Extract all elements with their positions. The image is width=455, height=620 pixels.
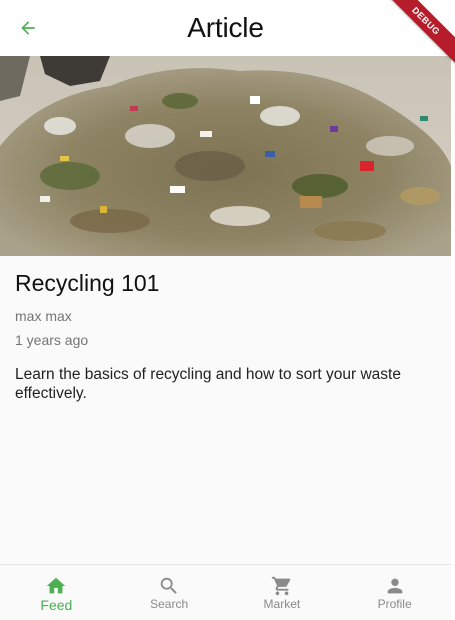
home-icon bbox=[45, 575, 67, 597]
article-author: max max bbox=[15, 308, 72, 324]
app-bar: Article bbox=[0, 0, 451, 56]
nav-label-profile: Profile bbox=[377, 597, 412, 611]
bottom-navigation: Feed Search Market Profile bbox=[0, 564, 451, 620]
app-screen: Article DEBUG Recycling 101 max max 1 ye… bbox=[0, 0, 455, 620]
nav-item-market[interactable]: Market bbox=[226, 565, 339, 620]
cart-icon bbox=[271, 575, 293, 597]
nav-item-profile[interactable]: Profile bbox=[338, 565, 451, 620]
nav-label-feed: Feed bbox=[40, 597, 73, 613]
article-body: Learn the basics of recycling and how to… bbox=[15, 366, 401, 402]
person-icon bbox=[384, 575, 406, 597]
nav-label-market: Market bbox=[263, 597, 301, 611]
article-image bbox=[0, 56, 451, 256]
arrow-back-icon bbox=[21, 21, 35, 35]
search-icon bbox=[158, 575, 180, 597]
nav-item-search[interactable]: Search bbox=[113, 565, 226, 620]
back-button[interactable] bbox=[12, 12, 44, 44]
article-date: 1 years ago bbox=[15, 332, 89, 348]
nav-item-feed[interactable]: Feed bbox=[0, 565, 113, 620]
page-title: Article bbox=[187, 12, 264, 43]
nav-label-search: Search bbox=[150, 597, 189, 611]
trash-pile-image bbox=[0, 56, 451, 256]
article-title: Recycling 101 bbox=[15, 270, 160, 296]
